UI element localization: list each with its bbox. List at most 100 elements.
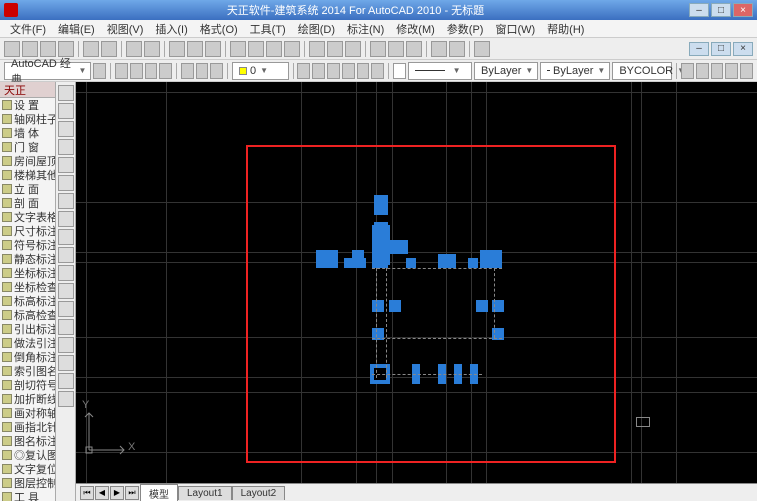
tz-item-2[interactable]: 墙 体	[0, 126, 55, 140]
menu-dim[interactable]: 标注(N)	[341, 21, 390, 37]
designctr-icon[interactable]	[327, 41, 343, 57]
revcloud-icon[interactable]	[58, 391, 74, 407]
layprev-icon[interactable]	[312, 63, 325, 79]
tz-item-27[interactable]: 图层控制	[0, 476, 55, 490]
region-icon[interactable]	[58, 265, 74, 281]
drawing-canvas[interactable]: X Y	[76, 82, 757, 483]
table-icon[interactable]	[58, 337, 74, 353]
tz-item-22[interactable]: 画对称轴	[0, 406, 55, 420]
bylayer2-combo[interactable]: ByLayer ▼	[540, 62, 610, 80]
t2-icon[interactable]	[130, 63, 143, 79]
laythw-icon[interactable]	[342, 63, 355, 79]
tz-item-16[interactable]: 引出标注	[0, 322, 55, 336]
tz-item-7[interactable]: 剖 面	[0, 196, 55, 210]
mtext-icon[interactable]	[58, 229, 74, 245]
linetype-combo[interactable]: ▼	[408, 62, 472, 80]
insert-icon[interactable]	[58, 319, 74, 335]
column-block[interactable]	[438, 254, 456, 268]
tz-item-17[interactable]: 做法引注	[0, 336, 55, 350]
r4-icon[interactable]	[725, 63, 738, 79]
tab-layout2[interactable]: Layout2	[232, 486, 286, 500]
column-block[interactable]	[316, 250, 338, 268]
t7-icon[interactable]	[210, 63, 223, 79]
t3-icon[interactable]	[145, 63, 158, 79]
tz-item-6[interactable]: 立 面	[0, 182, 55, 196]
tab-next-button[interactable]: ▶	[110, 486, 124, 500]
tz-item-3[interactable]: 门 窗	[0, 140, 55, 154]
doc-min-button[interactable]: –	[689, 42, 709, 56]
t4-icon[interactable]	[159, 63, 172, 79]
tz-item-5[interactable]: 楼梯其他	[0, 168, 55, 182]
ellipse-icon[interactable]	[58, 175, 74, 191]
tz-item-11[interactable]: 静态标注	[0, 252, 55, 266]
menu-file[interactable]: 文件(F)	[4, 21, 52, 37]
tab-layout1[interactable]: Layout1	[178, 486, 232, 500]
block-icon[interactable]	[58, 301, 74, 317]
r5-icon[interactable]	[740, 63, 753, 79]
column-block[interactable]	[406, 258, 416, 268]
wipeout-icon[interactable]	[58, 373, 74, 389]
rect-icon[interactable]	[58, 157, 74, 173]
tz-item-8[interactable]: 文字表格	[0, 210, 55, 224]
text-icon[interactable]	[58, 211, 74, 227]
hatch-icon[interactable]	[58, 193, 74, 209]
ws-icon[interactable]	[93, 63, 106, 79]
paste-icon[interactable]	[205, 41, 221, 57]
column-block[interactable]	[389, 300, 401, 312]
column-block[interactable]	[480, 250, 502, 268]
dist-icon[interactable]	[388, 41, 404, 57]
tz-item-24[interactable]: 图名标注	[0, 434, 55, 448]
color-swatch[interactable]	[393, 63, 406, 79]
menu-window[interactable]: 窗口(W)	[489, 21, 541, 37]
tz-item-28[interactable]: 工 具	[0, 490, 55, 501]
tz-item-14[interactable]: 标高标注	[0, 294, 55, 308]
line-icon[interactable]	[58, 85, 74, 101]
column-block[interactable]	[374, 195, 388, 215]
bylayer1-combo[interactable]: ByLayer ▼	[474, 62, 538, 80]
zoomall-icon[interactable]	[284, 41, 300, 57]
donut-icon[interactable]	[58, 355, 74, 371]
menu-edit[interactable]: 编辑(E)	[52, 21, 101, 37]
tab-prev-button[interactable]: ◀	[95, 486, 109, 500]
marker-square[interactable]	[636, 417, 650, 427]
doc-max-button[interactable]: □	[711, 42, 731, 56]
menu-help[interactable]: 帮助(H)	[541, 21, 590, 37]
menu-param[interactable]: 参数(P)	[441, 21, 490, 37]
close-button[interactable]: ×	[733, 3, 753, 17]
workspace-combo[interactable]: AutoCAD 经典 ▼	[4, 62, 91, 80]
undo-icon[interactable]	[126, 41, 142, 57]
tz-item-19[interactable]: 索引图名	[0, 364, 55, 378]
tz-item-26[interactable]: 文字复位	[0, 462, 55, 476]
tz-item-25[interactable]: ◎复认图◎	[0, 448, 55, 462]
area-icon[interactable]	[406, 41, 422, 57]
menu-tools[interactable]: 工具(T)	[244, 21, 292, 37]
props-icon[interactable]	[309, 41, 325, 57]
pan-icon[interactable]	[230, 41, 246, 57]
tz-item-9[interactable]: 尺寸标注	[0, 224, 55, 238]
tz-item-20[interactable]: 剖切符号	[0, 378, 55, 392]
redo-icon[interactable]	[144, 41, 160, 57]
layer-icon[interactable]	[431, 41, 447, 57]
print-icon[interactable]	[83, 41, 99, 57]
minimize-button[interactable]: –	[689, 3, 709, 17]
tab-first-button[interactable]: ⏮	[80, 486, 94, 500]
column-block[interactable]	[468, 258, 478, 268]
layeriso-icon[interactable]	[449, 41, 465, 57]
doc-close-button[interactable]: ×	[733, 42, 753, 56]
layermgr-icon[interactable]	[297, 63, 310, 79]
tab-model[interactable]: 模型	[140, 484, 178, 501]
tz-item-0[interactable]: 设 置	[0, 98, 55, 112]
column-block[interactable]	[372, 240, 408, 254]
r1-icon[interactable]	[681, 63, 694, 79]
t6-icon[interactable]	[196, 63, 209, 79]
arc-icon[interactable]	[58, 139, 74, 155]
menu-draw[interactable]: 绘图(D)	[292, 21, 341, 37]
layer-combo[interactable]: 0 ▼	[232, 62, 289, 80]
tz-item-13[interactable]: 坐标检查	[0, 280, 55, 294]
help-icon[interactable]	[474, 41, 490, 57]
column-block[interactable]	[476, 300, 488, 312]
column-block[interactable]	[372, 258, 388, 268]
tz-item-23[interactable]: 画指北针	[0, 420, 55, 434]
menu-format[interactable]: 格式(O)	[194, 21, 244, 37]
tz-item-10[interactable]: 符号标注	[0, 238, 55, 252]
